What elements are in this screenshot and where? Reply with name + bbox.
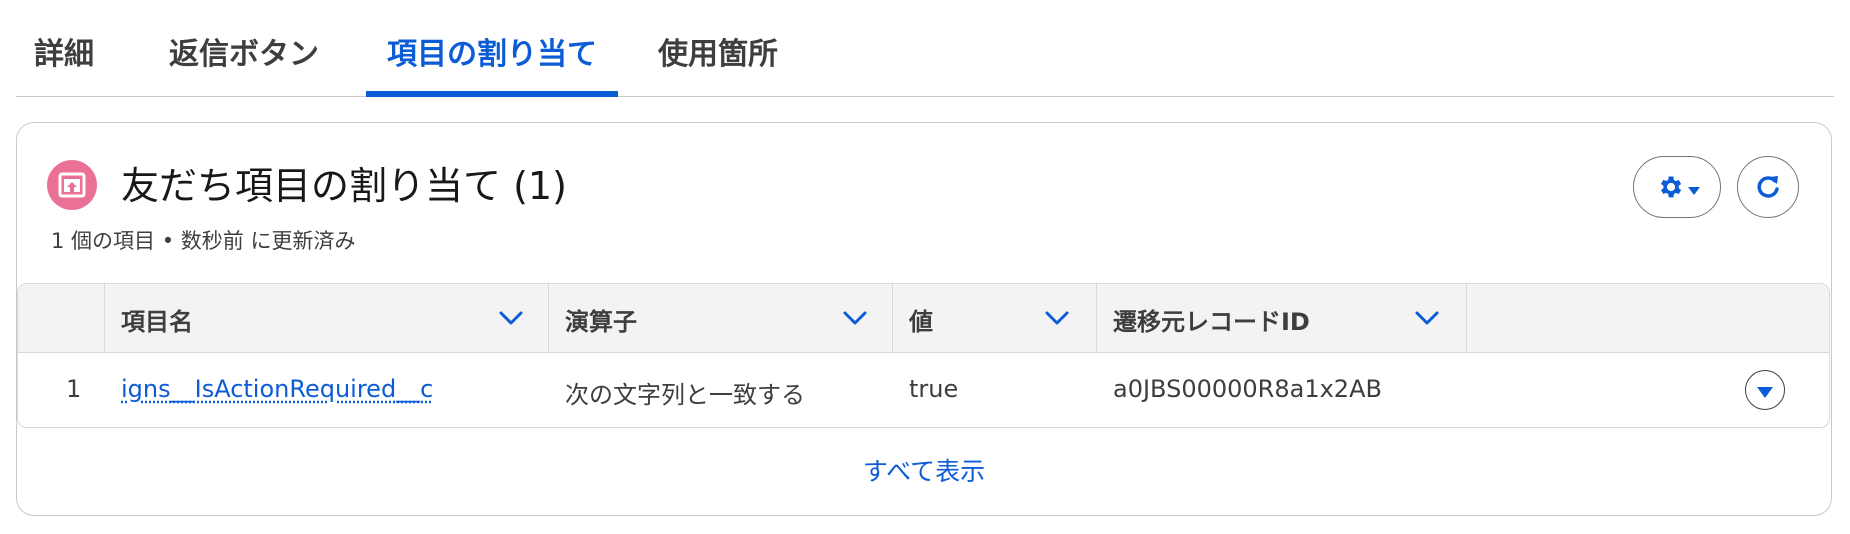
- table-header: 項目名 演算子 値 遷移元レコードID: [18, 284, 1829, 353]
- column-label: 項目名: [121, 308, 193, 336]
- operator-cell: 次の文字列と一致する: [565, 381, 805, 409]
- tab-where-used[interactable]: 使用箇所: [658, 30, 778, 96]
- settings-menu-button[interactable]: [1633, 156, 1721, 218]
- column-header-operator[interactable]: 演算子: [549, 284, 893, 352]
- tab-reply-buttons[interactable]: 返信ボタン: [169, 30, 319, 96]
- table-row: 1 igns__IsActionRequired__c 次の文字列と一致する t…: [18, 353, 1829, 427]
- caret-down-icon: [1688, 182, 1700, 201]
- field-name-link[interactable]: igns__IsActionRequired__c: [121, 375, 433, 403]
- chevron-down-icon[interactable]: [1043, 304, 1071, 332]
- tab-details[interactable]: 詳細: [34, 30, 94, 96]
- column-label: 値: [909, 308, 933, 336]
- column-label: 遷移元レコードID: [1113, 308, 1310, 336]
- caret-down-icon: [1757, 384, 1773, 403]
- card-title: 友だち項目の割り当て (1): [121, 164, 567, 208]
- view-all-link[interactable]: すべて表示: [17, 428, 1831, 516]
- column-header-source-record-id[interactable]: 遷移元レコードID: [1097, 284, 1467, 352]
- chevron-down-icon[interactable]: [497, 304, 525, 332]
- card-subtitle: 1 個の項目 • 数秒前 に更新済み: [51, 229, 356, 253]
- row-actions-button[interactable]: [1745, 370, 1785, 410]
- source-record-id-cell: a0JBS00000R8a1x2AB: [1113, 375, 1382, 403]
- custom-object-icon: [47, 160, 97, 210]
- row-number: 1: [66, 375, 82, 403]
- column-label: 演算子: [565, 308, 637, 336]
- refresh-icon: [1754, 172, 1782, 206]
- column-header-field-name[interactable]: 項目名: [105, 284, 549, 352]
- field-mapping-card: 友だち項目の割り当て (1) 1 個の項目 • 数秒前 に更新済み 項目名 演算…: [16, 122, 1832, 516]
- field-mapping-table: 項目名 演算子 値 遷移元レコードID 1 igns__IsActionRequ…: [17, 283, 1830, 428]
- chevron-down-icon[interactable]: [1413, 304, 1441, 332]
- chevron-down-icon[interactable]: [841, 304, 869, 332]
- column-header-value[interactable]: 値: [893, 284, 1097, 352]
- tab-bar: 詳細 返信ボタン 項目の割り当て 使用箇所: [16, 0, 1834, 97]
- value-cell: true: [909, 375, 959, 403]
- refresh-button[interactable]: [1737, 156, 1799, 218]
- actions-header: [1467, 284, 1829, 352]
- row-number-header: [18, 284, 105, 352]
- gear-icon: [1656, 173, 1684, 205]
- tab-field-mapping[interactable]: 項目の割り当て: [366, 30, 618, 97]
